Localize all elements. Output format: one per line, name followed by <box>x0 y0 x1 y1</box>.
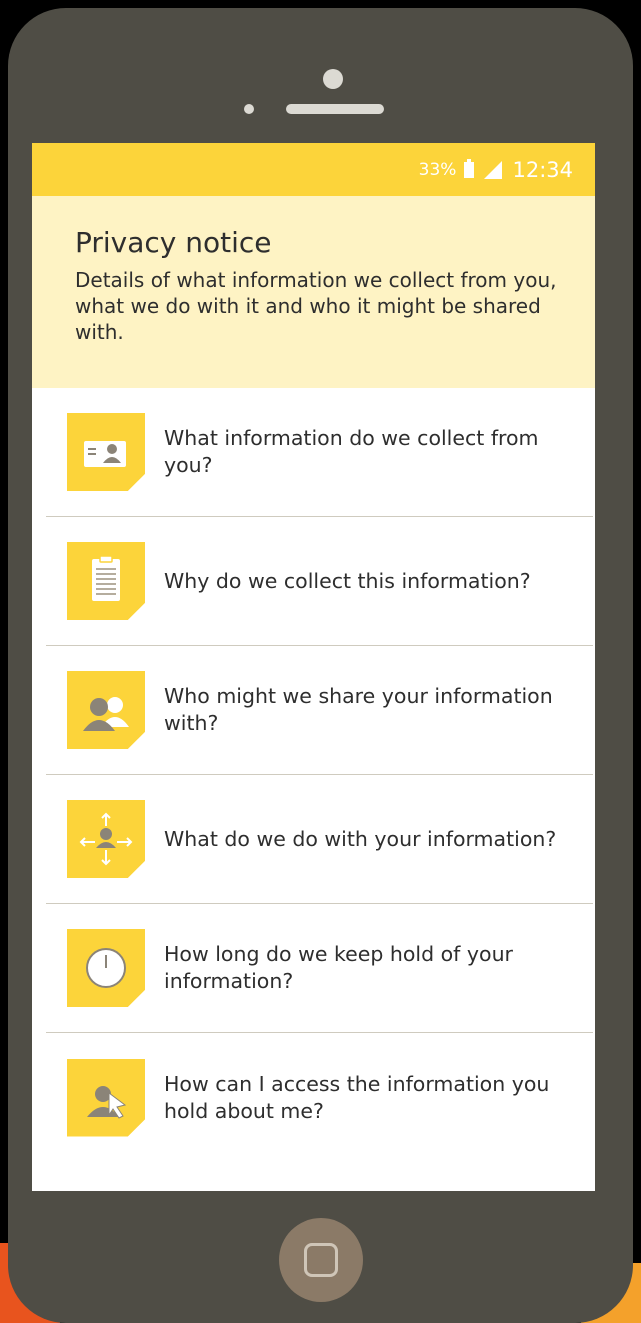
clock-time: 12:34 <box>512 157 573 182</box>
home-button-square-icon <box>304 1243 338 1277</box>
front-camera <box>323 69 343 89</box>
list-item-access[interactable]: How can I access the information you hol… <box>46 1033 593 1162</box>
list-item-why[interactable]: Why do we collect this information? <box>46 517 593 646</box>
person-cursor-icon <box>67 1058 145 1137</box>
list-item-collect[interactable]: What information do we collect from you? <box>46 388 593 517</box>
list-item-do[interactable]: What do we do with your information? <box>46 775 593 904</box>
page-description: Details of what information we collect f… <box>75 268 557 344</box>
battery-icon <box>464 158 475 178</box>
list-item-share[interactable]: Who might we share your information with… <box>46 646 593 775</box>
battery-percentage: 33% <box>418 159 457 180</box>
clock-icon <box>67 929 145 1007</box>
list-item-label: How long do we keep hold of your informa… <box>164 942 513 993</box>
list-item-label: What do we do with your information? <box>164 826 557 851</box>
person-arrows-icon <box>67 800 145 878</box>
list-item-label: Who might we share your information with… <box>164 684 553 735</box>
page-title: Privacy notice <box>75 226 272 259</box>
id-card-icon <box>67 413 145 491</box>
earpiece-speaker <box>286 104 384 114</box>
page-header: Privacy notice Details of what informati… <box>32 196 595 388</box>
privacy-topic-list: What information do we collect from you?… <box>32 388 595 1162</box>
home-button[interactable] <box>279 1218 363 1302</box>
people-icon <box>67 671 145 749</box>
list-item-keep[interactable]: How long do we keep hold of your informa… <box>46 904 593 1033</box>
proximity-sensor <box>244 104 254 114</box>
phone-screen: 33% 12:34 Privacy notice Details of what… <box>32 143 595 1191</box>
list-item-label: What information do we collect from you? <box>164 426 539 477</box>
list-item-label: How can I access the information you hol… <box>164 1071 550 1123</box>
clipboard-icon <box>67 542 145 620</box>
list-item-label: Why do we collect this information? <box>164 568 531 593</box>
status-bar: 33% 12:34 <box>32 143 595 196</box>
signal-icon <box>484 160 503 179</box>
